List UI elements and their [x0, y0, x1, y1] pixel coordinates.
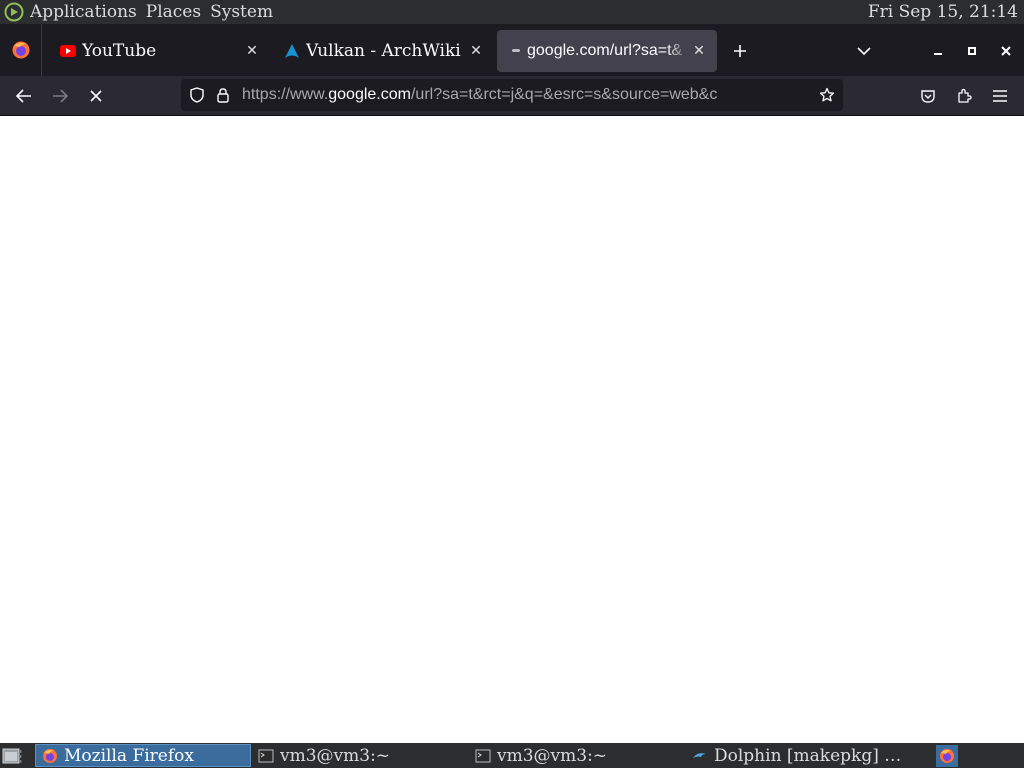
pocket-icon: [921, 90, 935, 103]
lock-icon[interactable]: [210, 82, 236, 108]
taskbar-item-label: vm3@vm3:~: [497, 745, 608, 766]
close-tab-icon[interactable]: ✕: [242, 41, 262, 61]
maximize-button[interactable]: [959, 38, 985, 64]
app-menu-button[interactable]: [987, 83, 1013, 109]
close-window-button[interactable]: [993, 38, 1019, 64]
minimize-button[interactable]: [925, 38, 951, 64]
taskbar-item-label: Mozilla Firefox: [64, 745, 194, 766]
firefox-icon: [940, 749, 954, 763]
minimize-icon: [934, 53, 942, 55]
tab-strip: YouTube ✕ Vulkan - ArchWiki ✕ google.com…: [0, 24, 1024, 76]
close-tab-icon[interactable]: ✕: [689, 41, 709, 61]
applications-menu[interactable]: Applications: [30, 2, 137, 22]
tab-google-redirect[interactable]: google.com/url?sa=t& ✕: [497, 30, 717, 72]
tracking-protection-shield-icon[interactable]: [184, 82, 210, 108]
chevron-down-icon: [857, 47, 871, 56]
url-text[interactable]: https://www.google.com/url?sa=t&rct=j&q=…: [242, 86, 808, 104]
new-tab-button[interactable]: [727, 38, 753, 64]
forward-button[interactable]: [47, 83, 73, 109]
bottom-taskbar: Mozilla Firefox vm3@vm3:~ vm3@vm3:~ Dolp…: [0, 743, 1024, 768]
show-desktop-icon[interactable]: [2, 747, 22, 765]
tray-firefox-button[interactable]: [936, 745, 958, 767]
url-path: /url?sa=t&rct=j&q=&esrc=s&source=web&c: [410, 86, 718, 103]
navigation-toolbar: https://www.google.com/url?sa=t&rct=j&q=…: [0, 76, 1024, 116]
system-logo-icon[interactable]: [4, 2, 24, 22]
system-menu[interactable]: System: [210, 2, 273, 22]
url-domain: google.com: [328, 86, 411, 103]
firefox-view-button[interactable]: [0, 24, 42, 76]
terminal-icon: [475, 749, 491, 762]
close-icon: [1001, 46, 1011, 56]
loading-dot-icon: [511, 43, 521, 59]
url-scheme: https://www.: [242, 86, 329, 103]
dolphin-icon: [693, 752, 706, 758]
taskbar-item-terminal-2[interactable]: vm3@vm3:~: [469, 744, 685, 767]
tab-title: google.com/url?sa=t&: [527, 42, 683, 59]
back-button[interactable]: [11, 83, 37, 109]
firefox-icon: [12, 41, 29, 59]
puzzle-piece-icon: [958, 88, 972, 103]
stop-loading-icon: [90, 90, 102, 102]
address-bar[interactable]: https://www.google.com/url?sa=t&rct=j&q=…: [181, 79, 843, 111]
pocket-button[interactable]: [915, 83, 941, 109]
plus-icon: [734, 45, 746, 57]
tab-title: Vulkan - ArchWiki: [306, 41, 461, 61]
firefox-icon: [43, 748, 57, 763]
taskbar-item-terminal-1[interactable]: vm3@vm3:~: [252, 744, 468, 767]
page-content[interactable]: [0, 117, 1024, 743]
archlinux-icon: [284, 43, 300, 59]
tab-youtube[interactable]: YouTube ✕: [48, 31, 270, 71]
taskbar-item-dolphin[interactable]: Dolphin [makepkg] …: [686, 744, 902, 767]
tab-title: YouTube: [82, 41, 157, 61]
taskbar-item-label: Dolphin [makepkg] …: [714, 745, 902, 766]
bookmark-star-icon[interactable]: [814, 82, 840, 108]
list-all-tabs-button[interactable]: [851, 38, 877, 64]
forward-arrow-icon: [53, 89, 68, 103]
top-panel: Applications Places System Fri Sep 15, 2…: [0, 0, 1024, 24]
tab-vulkan-archwiki[interactable]: Vulkan - ArchWiki ✕: [272, 31, 494, 71]
hamburger-menu-icon: [993, 90, 1007, 102]
taskbar-item-label: vm3@vm3:~: [280, 745, 391, 766]
places-menu[interactable]: Places: [146, 2, 201, 22]
stop-button[interactable]: [83, 83, 109, 109]
clock[interactable]: Fri Sep 15, 21:14: [868, 2, 1018, 22]
maximize-icon: [968, 47, 976, 55]
close-tab-icon[interactable]: ✕: [466, 41, 486, 61]
extensions-button[interactable]: [951, 83, 977, 109]
terminal-icon: [258, 749, 274, 762]
back-arrow-icon: [16, 89, 31, 103]
taskbar-item-firefox[interactable]: Mozilla Firefox: [35, 744, 251, 767]
youtube-icon: [60, 43, 76, 59]
